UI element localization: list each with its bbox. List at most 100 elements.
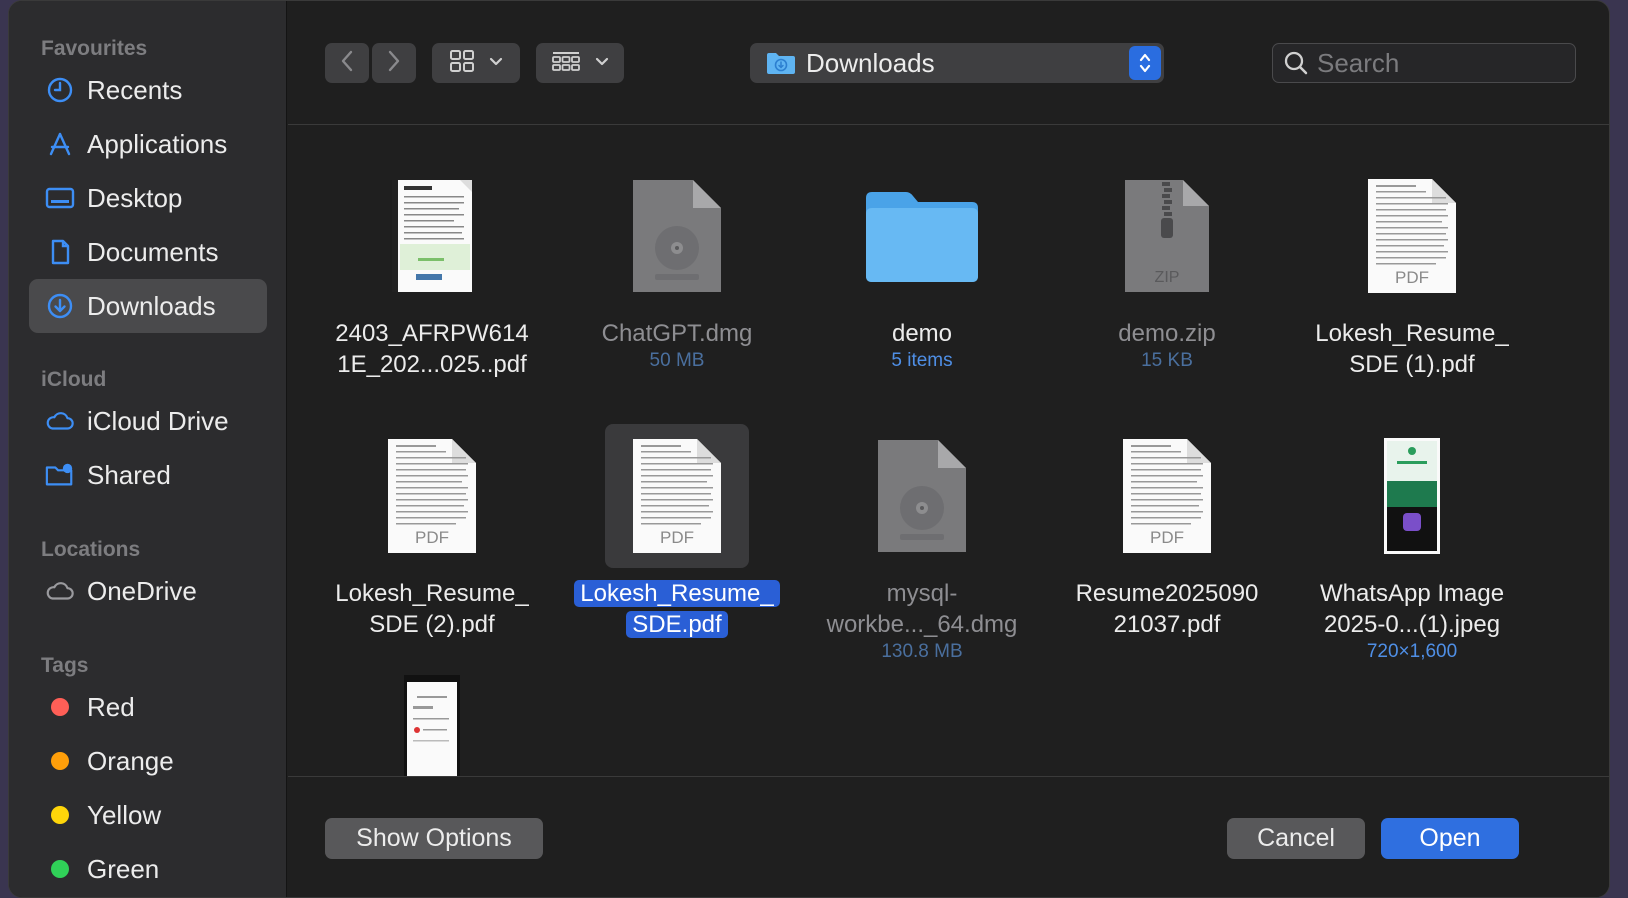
shared-folder-icon: [45, 460, 75, 490]
file-item[interactable]: PDF Resume2025090 21037.pdf: [1057, 424, 1277, 640]
section-tags: Tags: [41, 654, 89, 677]
file-item[interactable]: mysql- workbe..._64.dmg 130.8 MB: [812, 424, 1032, 663]
icon-grid-icon: [449, 49, 475, 78]
downloads-folder-icon: [766, 50, 796, 76]
selected-file-name: Lokesh_Resume_ SDE.pdf: [574, 580, 780, 638]
sidebar-item-label: Shared: [87, 459, 171, 490]
open-button[interactable]: Open: [1381, 818, 1519, 859]
back-button[interactable]: [325, 43, 369, 83]
sidebar-item-icloud-drive[interactable]: iCloud Drive: [29, 394, 267, 448]
file-item[interactable]: [322, 674, 542, 778]
file-item[interactable]: demo 5 items: [812, 164, 1032, 372]
sidebar-item-desktop[interactable]: Desktop: [29, 171, 267, 225]
file-meta: 5 items: [891, 350, 953, 371]
sidebar-item-documents[interactable]: Documents: [29, 225, 267, 279]
sidebar-item-label: Red: [87, 691, 135, 722]
show-options-button[interactable]: Show Options: [325, 818, 543, 859]
svg-text:ZIP: ZIP: [1155, 269, 1180, 286]
sidebar-item-label: Recents: [87, 74, 183, 105]
sidebar-item-label: Downloads: [87, 290, 216, 321]
pdf-thumbnail: PDF: [360, 424, 504, 568]
file-item[interactable]: PDF Lokesh_Resume_ SDE (1).pdf: [1302, 164, 1522, 380]
sidebar-tag-yellow[interactable]: Yellow: [29, 788, 267, 842]
sidebar-item-label: Documents: [87, 236, 219, 267]
pdf-thumbnail: [360, 164, 504, 308]
sidebar-item-shared[interactable]: Shared: [29, 448, 267, 502]
svg-text:PDF: PDF: [1395, 268, 1429, 287]
tag-color-dot: [51, 860, 69, 878]
file-name: demo: [891, 320, 953, 347]
sidebar-item-onedrive[interactable]: OneDrive: [29, 564, 267, 618]
sidebar-item-label: OneDrive: [87, 575, 197, 606]
zip-archive-icon: ZIP: [1095, 164, 1239, 308]
sidebar-item-label: iCloud Drive: [87, 405, 229, 436]
sidebar-tag-orange[interactable]: Orange: [29, 734, 267, 788]
image-thumbnail: [1340, 424, 1484, 568]
applications-icon: [45, 129, 75, 159]
file-item[interactable]: 2403_AFRPW614 1E_202...025..pdf: [322, 164, 542, 380]
file-item-selected[interactable]: PDF Lokesh_Resume_ SDE.pdf: [567, 424, 787, 640]
sidebar-tag-red[interactable]: Red: [29, 680, 267, 734]
file-meta: 15 KB: [1141, 350, 1193, 371]
sidebar-item-label: Applications: [87, 128, 228, 159]
download-icon: [45, 291, 75, 321]
section-favourites: Favourites: [41, 37, 148, 60]
group-by-button[interactable]: [536, 43, 624, 83]
cloud-icon: [45, 576, 75, 606]
search-icon: [1283, 50, 1309, 76]
desktop-icon: [45, 183, 75, 213]
file-item[interactable]: ZIP demo.zip 15 KB: [1057, 164, 1277, 372]
file-meta: 50 MB: [649, 350, 705, 371]
cloud-icon: [45, 406, 75, 436]
section-locations: Locations: [41, 538, 141, 561]
toolbar: Downloads: [288, 1, 1609, 125]
disk-image-icon: [605, 164, 749, 308]
file-name: Lokesh_Resume_ SDE.pdf: [567, 578, 787, 640]
sidebar-tag-green[interactable]: Green: [29, 842, 267, 896]
search-field[interactable]: [1272, 43, 1576, 83]
sidebar-item-recents[interactable]: Recents: [29, 63, 267, 117]
tag-color-dot: [51, 698, 69, 716]
view-mode-button[interactable]: [432, 43, 520, 83]
open-file-dialog: Favourites Recents Applications Desktop …: [8, 0, 1610, 898]
pdf-thumbnail: PDF: [1095, 424, 1239, 568]
file-name: Lokesh_Resume_ SDE (2).pdf: [335, 580, 529, 638]
file-meta: 720×1,600: [1366, 641, 1458, 662]
file-name: Resume2025090 21037.pdf: [1075, 580, 1259, 638]
sidebar-item-label: Green: [87, 853, 160, 884]
file-meta: 130.8 MB: [881, 641, 963, 662]
clock-icon: [45, 75, 75, 105]
file-item[interactable]: WhatsApp Image 2025-0...(1).jpeg 720×1,6…: [1302, 424, 1522, 663]
pdf-thumbnail: PDF: [1340, 164, 1484, 308]
file-name: Lokesh_Resume_ SDE (1).pdf: [1315, 320, 1509, 378]
pdf-thumbnail: PDF: [605, 424, 749, 568]
main-pane: Downloads Search 2403_AFRPW614 1E_202...…: [288, 1, 1609, 897]
file-name: demo.zip: [1118, 320, 1216, 347]
svg-text:PDF: PDF: [1150, 528, 1184, 547]
cancel-button[interactable]: Cancel: [1227, 818, 1365, 859]
sidebar-item-downloads[interactable]: Downloads: [29, 279, 267, 333]
file-name: mysql- workbe..._64.dmg: [826, 580, 1018, 638]
svg-text:PDF: PDF: [415, 528, 449, 547]
location-popup[interactable]: Downloads: [750, 43, 1164, 83]
chevron-right-icon: [387, 50, 401, 77]
chevron-left-icon: [340, 50, 354, 77]
file-item[interactable]: PDF Lokesh_Resume_ SDE (2).pdf: [322, 424, 542, 640]
file-item[interactable]: ChatGPT.dmg 50 MB: [567, 164, 787, 372]
tag-color-dot: [51, 806, 69, 824]
sidebar-item-label: Orange: [87, 745, 174, 776]
chevron-down-icon: [595, 54, 609, 72]
document-icon: [45, 237, 75, 267]
chevron-down-icon: [489, 54, 503, 72]
svg-text:PDF: PDF: [660, 528, 694, 547]
sidebar-item-applications[interactable]: Applications: [29, 117, 267, 171]
forward-button[interactable]: [372, 43, 416, 83]
tag-color-dot: [51, 752, 69, 770]
file-grid: 2403_AFRPW614 1E_202...025..pdf ChatGPT.…: [288, 126, 1609, 778]
file-name: 2403_AFRPW614 1E_202...025..pdf: [335, 320, 529, 378]
dialog-footer: Show Options Cancel Open: [288, 776, 1609, 897]
folder-icon: [850, 164, 994, 308]
disk-image-icon: [850, 424, 994, 568]
section-icloud: iCloud: [41, 368, 107, 391]
search-input[interactable]: [1317, 47, 1557, 79]
